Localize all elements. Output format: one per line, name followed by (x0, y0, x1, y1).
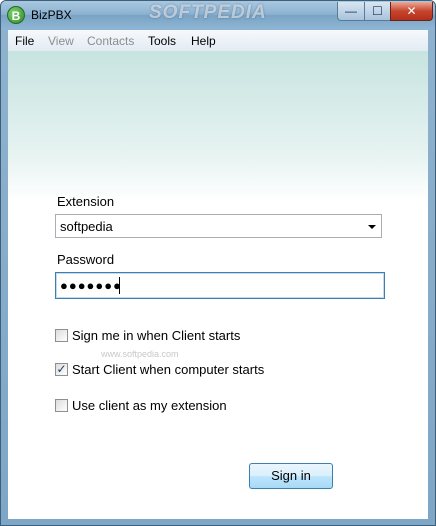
checkbox-start-with-computer[interactable]: ✓ (55, 363, 68, 376)
menu-bar: File View Contacts Tools Help (8, 30, 428, 51)
extension-label: Extension (57, 194, 115, 209)
extension-value: softpedia (60, 219, 113, 234)
chevron-down-icon[interactable] (368, 225, 376, 229)
login-panel: Extension softpedia Password ●●●●●●● Sig… (8, 51, 428, 519)
menu-file[interactable]: File (15, 34, 34, 48)
option-label: Use client as my extension (72, 398, 227, 413)
close-button[interactable]: ✕ (390, 2, 433, 21)
text-caret (119, 277, 120, 294)
menu-contacts[interactable]: Contacts (87, 34, 134, 48)
bizpbx-logo-icon: B (7, 6, 25, 24)
password-value: ●●●●●●● (60, 278, 122, 293)
softpedia-watermark: SOFTPEDIA (149, 2, 267, 23)
extension-combobox[interactable]: softpedia (55, 214, 382, 238)
minimize-button[interactable]: — (337, 2, 365, 21)
checkbox-use-as-extension[interactable] (55, 399, 68, 412)
menu-view[interactable]: View (48, 34, 74, 48)
window-title: BizPBX (31, 8, 72, 22)
checkbox-sign-in-on-start[interactable] (55, 329, 68, 342)
option-label: Start Client when computer starts (72, 362, 265, 377)
password-label: Password (57, 252, 115, 267)
option-label: Sign me in when Client starts (72, 328, 241, 343)
maximize-button[interactable]: ☐ (364, 2, 391, 21)
title-bar[interactable]: B BizPBX SOFTPEDIA — ☐ ✕ (1, 1, 435, 30)
softpedia-url-watermark: www.softpedia.com (101, 349, 179, 359)
password-input[interactable]: ●●●●●●● (55, 272, 385, 299)
menu-help[interactable]: Help (191, 34, 216, 48)
app-window: B BizPBX SOFTPEDIA — ☐ ✕ File View Conta… (0, 0, 436, 526)
sign-in-button[interactable]: Sign in (249, 463, 333, 489)
menu-tools[interactable]: Tools (148, 34, 176, 48)
